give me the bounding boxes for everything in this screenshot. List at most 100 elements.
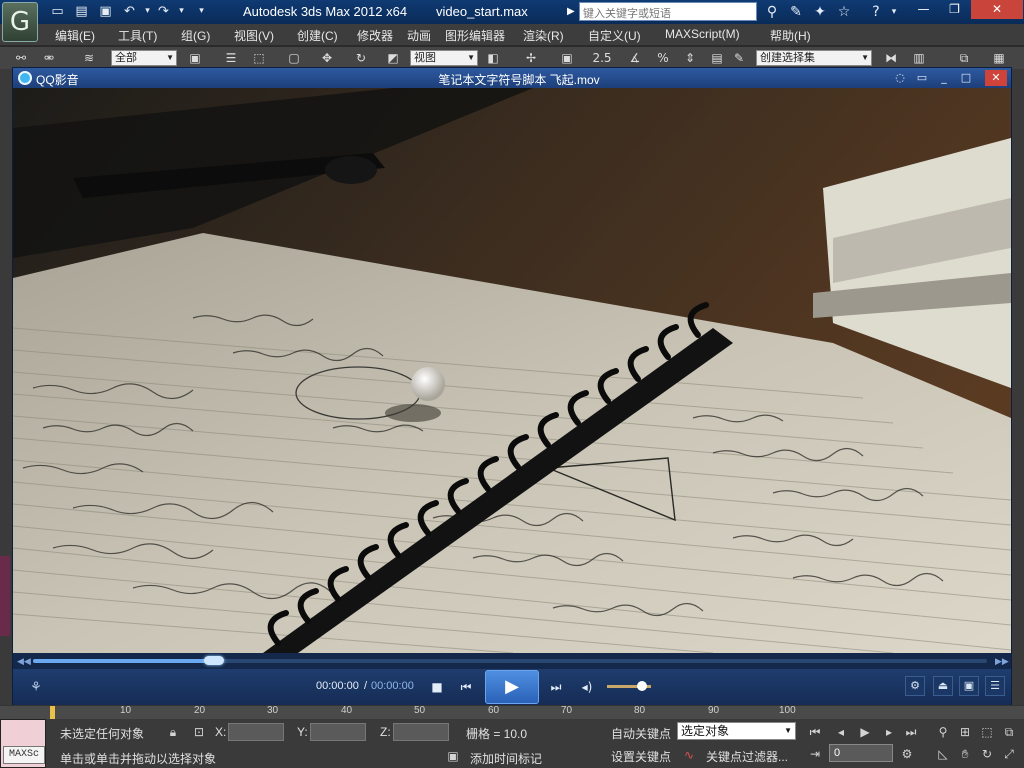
time-slider-track[interactable]: 10 20 30 40 50 60 70 80 90 100 bbox=[0, 705, 1024, 720]
redo-icon[interactable]: ↷ bbox=[155, 3, 172, 20]
open-file-icon[interactable]: ▤ bbox=[73, 3, 90, 20]
chat-bubble-icon[interactable]: ◌ bbox=[891, 70, 909, 86]
stop-icon[interactable]: ■ bbox=[427, 677, 447, 697]
video-frame[interactable] bbox=[13, 88, 1011, 653]
menu-customize[interactable]: 自定义(U) bbox=[588, 27, 641, 44]
zoom-extents-icon[interactable]: ⬚ bbox=[978, 723, 996, 741]
set-key-button[interactable]: 设置关键点 bbox=[611, 748, 671, 765]
undo-dropdown-icon[interactable]: ▾ bbox=[139, 3, 156, 20]
auto-key-button[interactable]: 自动关键点 bbox=[611, 725, 671, 742]
help-icon[interactable]: ? bbox=[866, 2, 886, 22]
time-tag-icon[interactable]: ▣ bbox=[444, 747, 462, 765]
key-mode-icon[interactable]: ⇥ bbox=[806, 745, 824, 763]
edit-named-selection-icon[interactable]: ▤ bbox=[708, 49, 726, 67]
seek-bar[interactable] bbox=[33, 656, 987, 665]
align-icon[interactable]: ▥ bbox=[910, 49, 928, 67]
menu-group[interactable]: 组(G) bbox=[181, 27, 210, 44]
pan-hand-icon[interactable]: ✋︎ bbox=[956, 745, 974, 763]
menu-rendering[interactable]: 渲染(R) bbox=[523, 27, 564, 44]
maximize-button[interactable]: ❐ bbox=[940, 0, 969, 19]
keyboard-shortcut-override-icon[interactable]: ▣ bbox=[558, 49, 576, 67]
select-object-icon[interactable]: ▣ bbox=[186, 49, 204, 67]
player-close-button[interactable]: ✕ bbox=[985, 70, 1007, 86]
time-configuration-icon[interactable]: ⚙ bbox=[898, 745, 916, 763]
go-to-end-icon[interactable]: ⏭ bbox=[902, 723, 920, 741]
orbit-icon[interactable]: ↻ bbox=[978, 745, 996, 763]
screen-mode-icon[interactable]: ▣ bbox=[959, 676, 979, 696]
rectangular-selection-icon[interactable]: ⬚ bbox=[250, 49, 268, 67]
x-coordinate-field[interactable] bbox=[228, 723, 284, 741]
select-by-name-icon[interactable]: ☰ bbox=[222, 49, 240, 67]
next-frame-icon[interactable]: ▸ bbox=[880, 723, 898, 741]
volume-thumb[interactable] bbox=[637, 681, 648, 691]
player-minimize-button[interactable]: _ bbox=[935, 70, 953, 86]
menu-help[interactable]: 帮助(H) bbox=[770, 27, 811, 44]
spinner-snap-icon[interactable]: ⇕ bbox=[681, 49, 699, 67]
reference-coordinate-dropdown[interactable]: 视图 bbox=[410, 50, 478, 66]
speaker-icon[interactable]: ◂) bbox=[577, 677, 597, 697]
max-logo-icon[interactable]: G bbox=[2, 2, 38, 42]
menu-edit[interactable]: 编辑(E) bbox=[55, 27, 95, 44]
angle-snap-icon[interactable]: ∡ bbox=[626, 49, 644, 67]
mirror-icon[interactable]: ⧓ bbox=[882, 49, 900, 67]
expand-arrow-icon[interactable]: ▶ bbox=[567, 3, 577, 21]
play-icon[interactable]: ▶ bbox=[485, 670, 539, 704]
menu-modifiers[interactable]: 修改器 bbox=[357, 27, 393, 44]
key-filter-dropdown[interactable]: 选定对象 bbox=[677, 722, 796, 740]
quick-access-menu-icon[interactable]: ▾ bbox=[193, 3, 210, 20]
tools-icon[interactable]: ✎ bbox=[786, 2, 806, 22]
seek-thumb[interactable] bbox=[204, 656, 225, 665]
add-time-tag[interactable]: 添加时间标记 bbox=[470, 750, 542, 767]
key-curve-icon[interactable]: ∿ bbox=[680, 746, 698, 764]
y-coordinate-field[interactable] bbox=[310, 723, 366, 741]
graphite-modeling-icon[interactable]: ▦ bbox=[990, 49, 1008, 67]
qq-title-bar[interactable]: QQ影音 笔记本文字符号脚本 飞起.mov ◌ ▭ _ □ ✕ bbox=[13, 68, 1011, 88]
select-manipulate-icon[interactable]: ✢ bbox=[522, 49, 540, 67]
next-icon[interactable]: ⏭ bbox=[546, 677, 566, 697]
eject-icon[interactable]: ⏏ bbox=[933, 676, 953, 696]
field-of-view-icon[interactable]: ◺ bbox=[934, 745, 952, 763]
time-slider-thumb[interactable] bbox=[50, 706, 55, 720]
search-input[interactable]: 键入关键字或短语 bbox=[579, 2, 757, 21]
z-coordinate-field[interactable] bbox=[393, 723, 449, 741]
previous-icon[interactable]: ⏮ bbox=[456, 677, 476, 697]
key-filters-button[interactable]: 关键点过滤器... bbox=[706, 748, 788, 765]
binoculars-icon[interactable]: ⚲ bbox=[762, 2, 782, 22]
seek-back-icon[interactable]: ◀◀ bbox=[17, 655, 31, 667]
player-maximize-button[interactable]: □ bbox=[957, 70, 975, 86]
close-button[interactable]: ✕ bbox=[971, 0, 1023, 19]
percent-snap-toggle[interactable]: % bbox=[654, 49, 672, 67]
zoom-extents-all-icon[interactable]: ⧉ bbox=[1000, 723, 1018, 741]
save-icon[interactable]: ▣ bbox=[97, 3, 114, 20]
menu-tools[interactable]: 工具(T) bbox=[118, 27, 157, 44]
undo-icon[interactable]: ↶ bbox=[121, 3, 138, 20]
maxscript-listener[interactable]: MAXSc bbox=[0, 719, 46, 768]
menu-create[interactable]: 创建(C) bbox=[297, 27, 338, 44]
favorites-star-icon[interactable]: ☆ bbox=[834, 2, 854, 22]
bind-space-warp-icon[interactable]: ≋ bbox=[80, 49, 98, 67]
playlist-icon[interactable]: ☰ bbox=[985, 676, 1005, 696]
lock-icon[interactable]: 🔒︎ bbox=[164, 723, 182, 741]
minimize-button[interactable]: — bbox=[909, 0, 938, 19]
select-scale-icon[interactable]: ◩ bbox=[384, 49, 402, 67]
zoom-icon[interactable]: ⚲ bbox=[934, 723, 952, 741]
pivot-center-icon[interactable]: ◧ bbox=[484, 49, 502, 67]
selection-filter-dropdown[interactable]: 全部 bbox=[111, 50, 177, 66]
absolute-mode-icon[interactable]: ⊡ bbox=[190, 723, 208, 741]
new-file-icon[interactable]: ▭ bbox=[49, 3, 66, 20]
play-animation-icon[interactable]: ▶ bbox=[856, 723, 874, 741]
menu-views[interactable]: 视图(V) bbox=[234, 27, 274, 44]
current-frame-field[interactable]: 0 bbox=[829, 744, 893, 762]
named-selection-dropdown[interactable]: 创建选择集 bbox=[756, 50, 872, 66]
unlink-icon[interactable]: ⚮ bbox=[40, 49, 58, 67]
menu-animation[interactable]: 动画 bbox=[407, 27, 431, 44]
redo-dropdown-icon[interactable]: ▾ bbox=[173, 3, 190, 20]
communication-icon[interactable]: ✦ bbox=[810, 2, 830, 22]
window-crossing-icon[interactable]: ▢ bbox=[285, 49, 303, 67]
snaps-toggle[interactable]: 2.5 bbox=[591, 49, 613, 67]
wrench-icon[interactable]: ⚙ bbox=[905, 676, 925, 696]
help-dropdown-icon[interactable]: ▾ bbox=[884, 2, 904, 22]
select-link-icon[interactable]: ⚯ bbox=[12, 49, 30, 67]
mini-mode-icon[interactable]: ▭ bbox=[913, 70, 931, 86]
menu-graph-editors[interactable]: 图形编辑器 bbox=[445, 27, 505, 44]
